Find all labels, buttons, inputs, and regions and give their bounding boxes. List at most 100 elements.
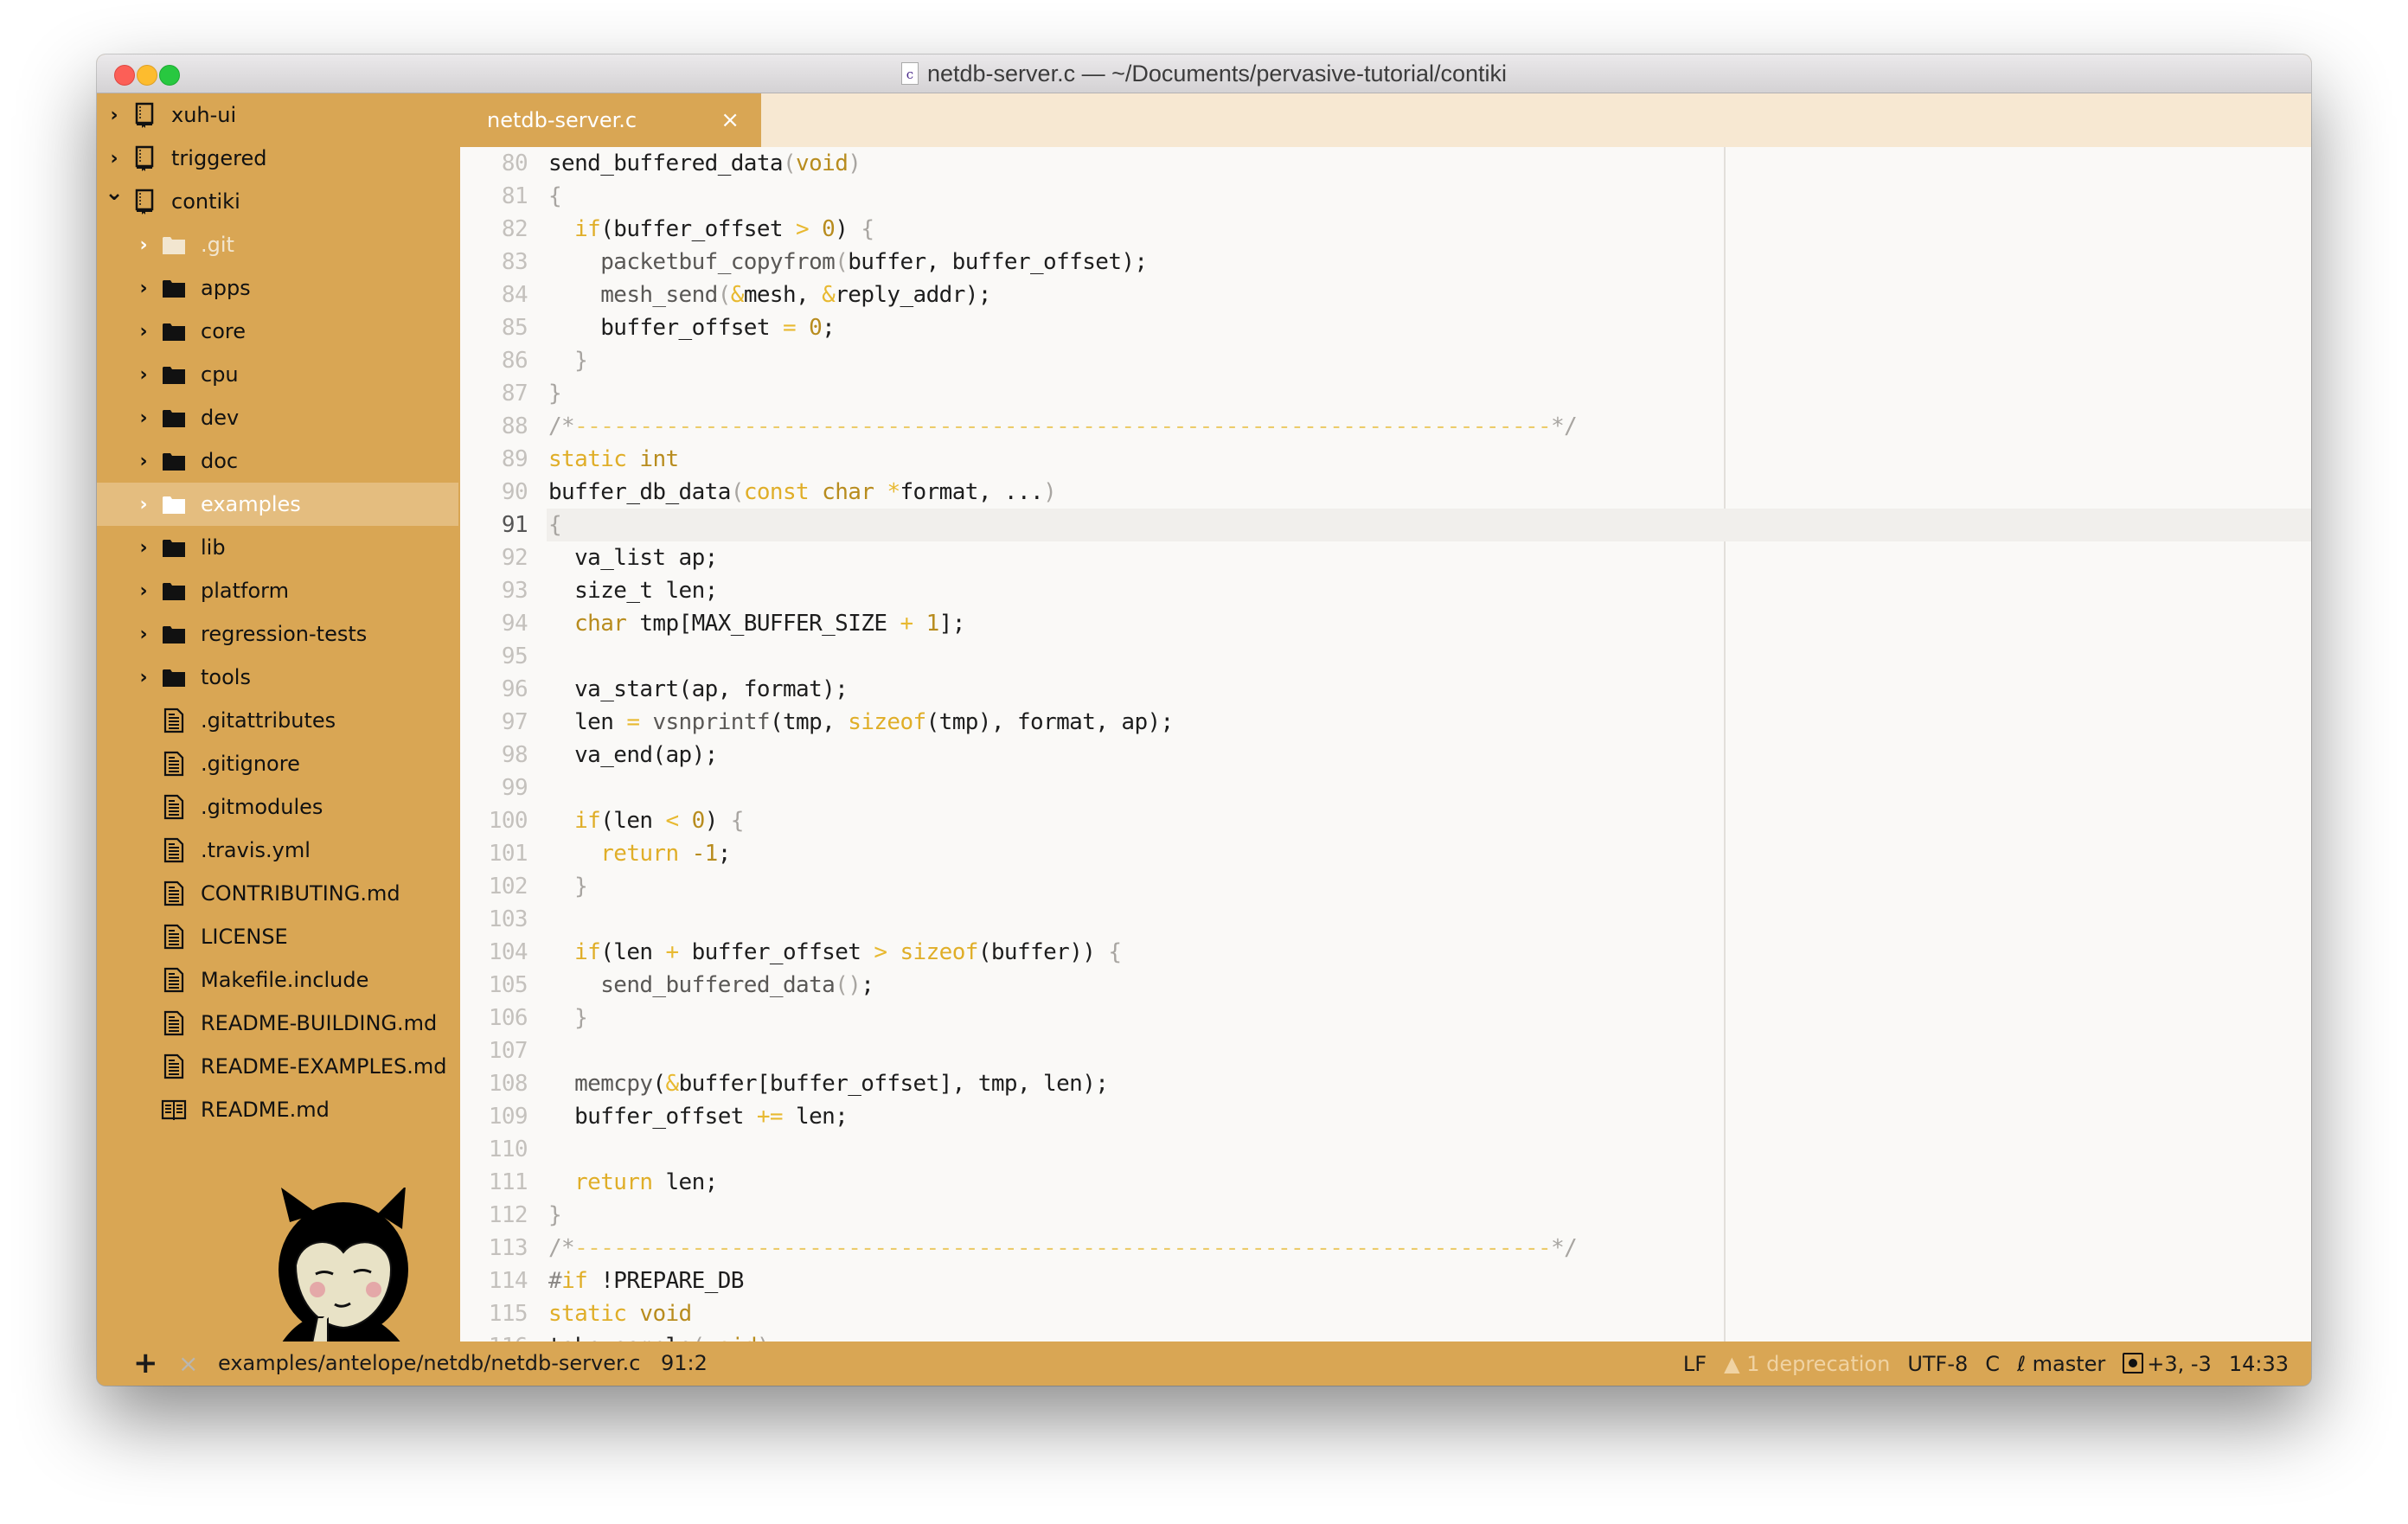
file-path[interactable]: examples/antelope/netdb/netdb-server.c [218, 1342, 640, 1386]
line-number[interactable]: 91 [460, 509, 528, 541]
line-number[interactable]: 105 [460, 969, 528, 1002]
code-line[interactable]: 96 va_start(ap, format); [460, 673, 2311, 706]
tree-item-gitattributes[interactable]: .gitattributes [97, 699, 458, 742]
code-line[interactable]: 107 ​ [460, 1034, 2311, 1067]
line-number[interactable]: 106 [460, 1002, 528, 1034]
code-line[interactable]: 89 static int [460, 443, 2311, 476]
line-number[interactable]: 102 [460, 870, 528, 903]
code-line[interactable]: 85 buffer_offset = 0; [460, 311, 2311, 344]
code-line[interactable]: 94 char tmp[MAX_BUFFER_SIZE + 1]; [460, 607, 2311, 640]
chevron-down-icon[interactable]: ⌄ [104, 182, 125, 204]
tree-item-readme-md[interactable]: README.md [97, 1088, 458, 1131]
tree-item-regression-tests[interactable]: › regression-tests [97, 612, 458, 656]
code-line[interactable]: 93 size_t len; [460, 574, 2311, 607]
code-line[interactable]: 81 { [460, 180, 2311, 213]
tree-item-makefile-include[interactable]: Makefile.include [97, 958, 458, 1002]
code-line[interactable]: 91 { [460, 509, 2311, 541]
code-line[interactable]: 87} [460, 377, 2311, 410]
chevron-right-icon[interactable]: › [133, 667, 154, 688]
tree-item-apps[interactable]: › apps [97, 266, 458, 310]
tree-item-xuh-ui[interactable]: › xuh-ui [97, 93, 458, 137]
line-number[interactable]: 87 [460, 377, 528, 410]
line-number[interactable]: 92 [460, 541, 528, 574]
code-line[interactable]: 82 if(buffer_offset > 0) { [460, 213, 2311, 246]
code-line[interactable]: 84 mesh_send(&mesh, &reply_addr); [460, 279, 2311, 311]
line-number[interactable]: 93 [460, 574, 528, 607]
close-icon[interactable]: × [178, 1342, 198, 1386]
line-number[interactable]: 95 [460, 640, 528, 673]
line-number[interactable]: 112 [460, 1199, 528, 1232]
chevron-right-icon[interactable]: › [104, 105, 125, 126]
code-line[interactable]: 100 if(len < 0) { [460, 804, 2311, 837]
tree-item-core[interactable]: › core [97, 310, 458, 353]
tree-item-cpu[interactable]: › cpu [97, 353, 458, 396]
code-line[interactable]: 111 return len; [460, 1166, 2311, 1199]
git-diff-status[interactable]: +3, -3 [2123, 1352, 2212, 1376]
line-number[interactable]: 103 [460, 903, 528, 936]
encoding[interactable]: UTF-8 [1907, 1352, 1968, 1376]
chevron-right-icon[interactable]: › [104, 148, 125, 170]
line-ending[interactable]: LF [1683, 1352, 1707, 1376]
tree-item-contributing-md[interactable]: CONTRIBUTING.md [97, 872, 458, 915]
code-line[interactable]: 98 va_end(ap); [460, 739, 2311, 772]
code-line[interactable]: 113 /*-----------------------------------… [460, 1232, 2311, 1265]
code-line[interactable]: 104 if(len + buffer_offset > sizeof(buff… [460, 936, 2311, 969]
line-number[interactable]: 111 [460, 1166, 528, 1199]
tab-close-icon[interactable]: × [720, 93, 740, 147]
code-line[interactable]: 106 } [460, 1002, 2311, 1034]
code-line[interactable]: 105 send_buffered_data(); [460, 969, 2311, 1002]
code-line[interactable]: 92 va_list ap; [460, 541, 2311, 574]
line-number[interactable]: 90 [460, 476, 528, 509]
tree-item-lib[interactable]: › lib [97, 526, 458, 569]
tree-item-travis-yml[interactable]: .travis.yml [97, 829, 458, 872]
tree-item-triggered[interactable]: › triggered [97, 137, 458, 180]
line-number[interactable]: 88 [460, 410, 528, 443]
tree-item-readme-building-md[interactable]: README-BUILDING.md [97, 1002, 458, 1045]
code-line[interactable]: 109 buffer_offset += len; [460, 1100, 2311, 1133]
line-number[interactable]: 101 [460, 837, 528, 870]
code-line[interactable]: 101 return -1; [460, 837, 2311, 870]
line-number[interactable]: 97 [460, 706, 528, 739]
chevron-right-icon[interactable]: › [133, 364, 154, 386]
line-number[interactable]: 81 [460, 180, 528, 213]
line-number[interactable]: 86 [460, 344, 528, 377]
code-line[interactable]: 95 ​ [460, 640, 2311, 673]
line-number[interactable]: 94 [460, 607, 528, 640]
chevron-right-icon[interactable]: › [133, 624, 154, 645]
code-line[interactable]: 114 #if !PREPARE_DB [460, 1265, 2311, 1297]
line-number[interactable]: 80 [460, 147, 528, 180]
code-line[interactable]: 115 static void [460, 1297, 2311, 1330]
cursor-position[interactable]: 91:2 [661, 1342, 708, 1386]
line-number[interactable]: 84 [460, 279, 528, 311]
line-number[interactable]: 82 [460, 213, 528, 246]
chevron-right-icon[interactable]: › [133, 580, 154, 602]
line-number[interactable]: 83 [460, 246, 528, 279]
chevron-right-icon[interactable]: › [133, 407, 154, 429]
line-number[interactable]: 115 [460, 1297, 528, 1330]
chevron-right-icon[interactable]: › [133, 451, 154, 472]
code-editor[interactable]: 80 send_buffered_data(void) 81{82 if(buffe… [460, 147, 2311, 1342]
code-line[interactable]: 90 buffer_db_data(const char *format, ...… [460, 476, 2311, 509]
deprecation-status[interactable]: ▲ 1 deprecation [1724, 1352, 1890, 1376]
code-line[interactable]: 97 len = vsnprintf(tmp, sizeof(tmp), for… [460, 706, 2311, 739]
tree-item-platform[interactable]: › platform [97, 569, 458, 612]
chevron-right-icon[interactable]: › [133, 494, 154, 515]
code-line[interactable]: 88 /*------------------------------------… [460, 410, 2311, 443]
code-line[interactable]: 83 packetbuf_copyfrom(buffer, buffer_off… [460, 246, 2311, 279]
line-number[interactable]: 108 [460, 1067, 528, 1100]
tree-item-git[interactable]: › .git [97, 223, 458, 266]
code-line[interactable]: 102 } [460, 870, 2311, 903]
chevron-right-icon[interactable]: › [133, 278, 154, 299]
line-number[interactable]: 116 [460, 1330, 528, 1342]
chevron-right-icon[interactable]: › [133, 321, 154, 343]
git-branch[interactable]: ℓ master [2017, 1352, 2105, 1376]
tree-item-gitignore[interactable]: .gitignore [97, 742, 458, 785]
line-number[interactable]: 89 [460, 443, 528, 476]
chevron-right-icon[interactable]: › [133, 537, 154, 559]
line-number[interactable]: 98 [460, 739, 528, 772]
tree-item-tools[interactable]: › tools [97, 656, 458, 699]
chevron-right-icon[interactable]: › [133, 234, 154, 256]
code-line[interactable]: 110 ​ [460, 1133, 2311, 1166]
line-number[interactable]: 99 [460, 772, 528, 804]
line-number[interactable]: 109 [460, 1100, 528, 1133]
